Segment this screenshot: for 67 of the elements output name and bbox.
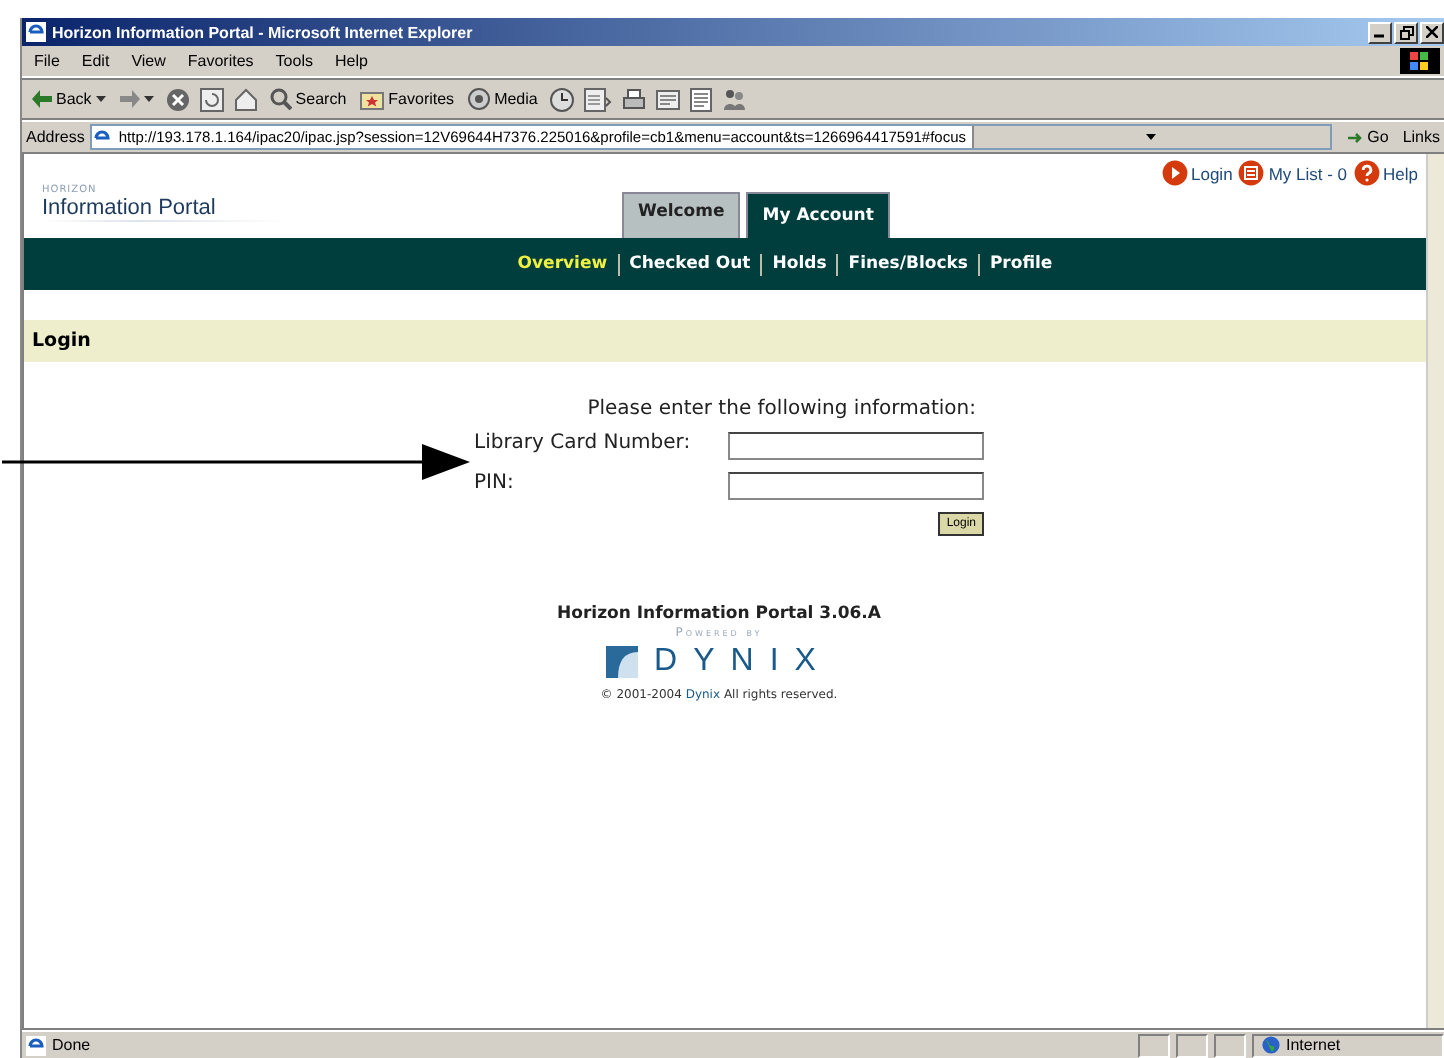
caret-icon (95, 96, 106, 102)
stop-icon[interactable] (165, 87, 190, 111)
menu-item[interactable]: File (34, 52, 60, 70)
menu-item[interactable]: Tools (275, 52, 313, 70)
folder-star-icon (360, 89, 385, 109)
links-button[interactable]: Links (1402, 128, 1440, 146)
form-prompt: Please enter the following information: (587, 398, 976, 420)
forward-arrow-icon (119, 90, 140, 108)
nav-link[interactable]: Fines/Blocks (836, 253, 978, 275)
dynix-logo-icon (606, 646, 639, 678)
security-zone: Internet (1286, 1036, 1341, 1054)
field-label: Library Card Number: (474, 432, 693, 458)
tab[interactable]: Welcome (622, 192, 741, 238)
globe-icon (1262, 1036, 1280, 1054)
forward-button[interactable] (117, 88, 156, 110)
caret-icon (1146, 134, 1157, 140)
print-icon[interactable] (621, 87, 646, 111)
restore-icon (1399, 25, 1413, 39)
close-button[interactable] (1420, 21, 1444, 43)
restore-button[interactable] (1394, 21, 1418, 43)
minimize-button[interactable] (1368, 21, 1392, 43)
status-text: Done (52, 1036, 91, 1054)
menu-item[interactable]: Favorites (187, 52, 254, 70)
product-version: Horizon Information Portal 3.06.A (557, 604, 881, 624)
page-icon (26, 1035, 46, 1055)
edit-icon[interactable] (655, 87, 680, 111)
nav-link[interactable]: Profile (977, 253, 1063, 275)
nav-link[interactable]: Holds (760, 253, 837, 275)
back-button[interactable]: Back (30, 88, 108, 110)
back-arrow-icon (32, 90, 52, 108)
favorites-button[interactable]: Favorites (358, 87, 457, 111)
document-icon[interactable] (689, 87, 712, 111)
play-icon (1161, 160, 1187, 186)
people-icon[interactable] (721, 87, 746, 111)
go-button[interactable]: Go (1337, 128, 1397, 146)
mail-icon[interactable] (583, 87, 612, 111)
tab[interactable]: My Account (746, 192, 890, 238)
nav-link[interactable]: Checked Out (617, 253, 761, 275)
media-button[interactable]: Media (466, 86, 540, 112)
list-icon (1238, 160, 1265, 186)
go-arrow-icon (1345, 129, 1364, 145)
top-link[interactable]: Help (1353, 160, 1418, 186)
home-icon[interactable] (233, 87, 258, 111)
caret-icon (143, 96, 154, 102)
windows-logo-icon (1400, 48, 1440, 74)
brand-name: DYNIX (654, 644, 832, 680)
section-title: Login (32, 330, 91, 352)
scrollbar[interactable] (1426, 154, 1444, 1028)
nav-link[interactable]: Overview (507, 253, 618, 275)
window-title: Horizon Information Portal - Microsoft Internet Explorer (52, 23, 473, 41)
search-button[interactable]: Search (267, 86, 349, 112)
address-label: Address (26, 128, 85, 146)
help-icon (1353, 160, 1380, 186)
menu-item[interactable]: Edit (81, 52, 110, 70)
media-icon (468, 88, 491, 110)
menu-item[interactable]: Help (334, 52, 368, 70)
input-field[interactable] (728, 432, 984, 460)
search-icon (269, 88, 292, 110)
browser-icon (26, 22, 46, 42)
top-link[interactable]: Login (1161, 160, 1233, 186)
field-label: PIN: (474, 472, 516, 498)
input-field[interactable] (728, 472, 984, 500)
refresh-icon[interactable] (199, 87, 224, 111)
history-icon[interactable] (549, 87, 574, 111)
close-icon (1426, 26, 1438, 38)
menu-item[interactable]: View (131, 52, 166, 70)
top-link[interactable]: My List - 0 (1238, 160, 1348, 186)
